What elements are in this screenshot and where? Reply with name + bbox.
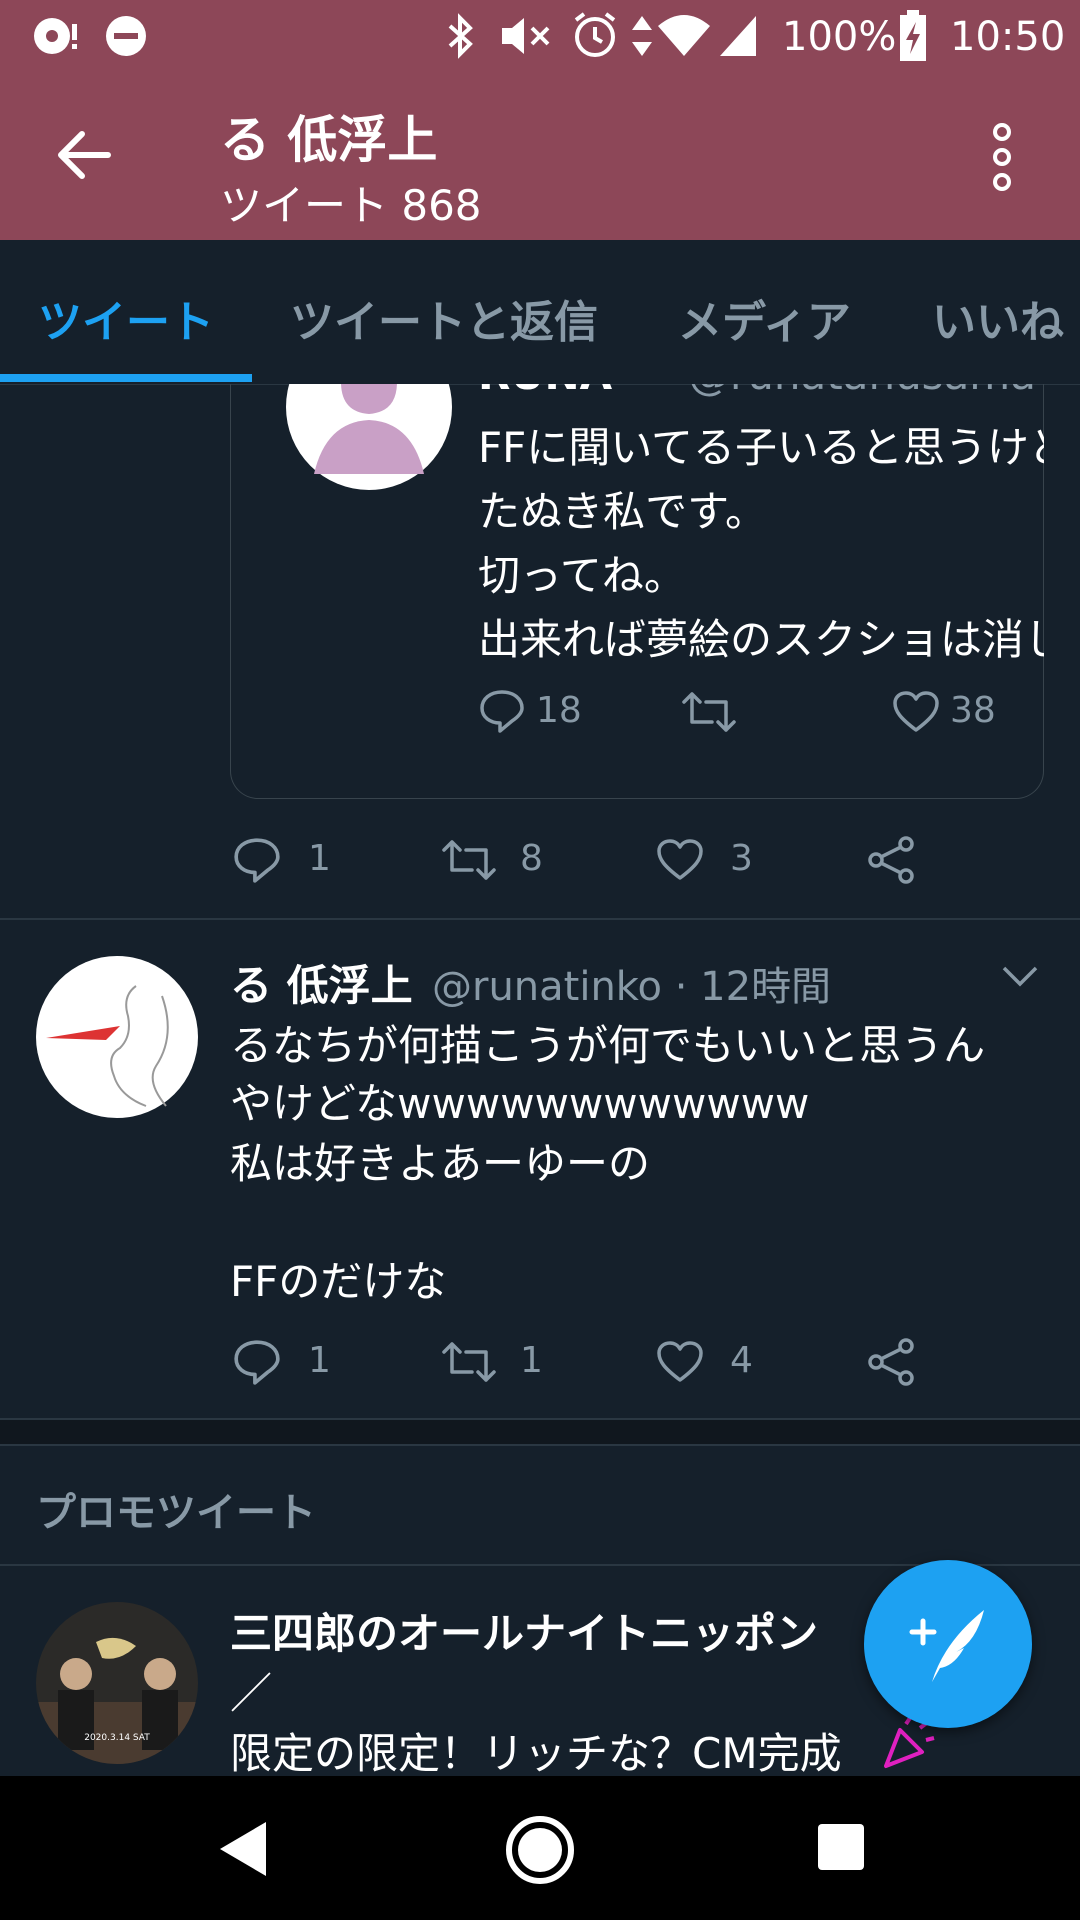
reply-count: 1	[308, 1340, 331, 1381]
battery-percent: 100%	[782, 14, 897, 60]
tweet-text-line: るなちが何描こうが何でもいいと思うん	[230, 1021, 986, 1070]
compose-feather-icon	[909, 1610, 984, 1682]
retweet-icon[interactable]	[440, 1340, 498, 1384]
quoted-tweet-avatar[interactable]	[286, 384, 452, 490]
tweet-handle-time: @runatinko · 12時間	[432, 964, 832, 1010]
data-arrows-icon	[632, 16, 652, 56]
tab-likes[interactable]: いいね	[932, 286, 1064, 350]
profile-tabs: ツイート ツイートと返信 メディア いいね	[0, 240, 1080, 385]
battery-charging-icon	[900, 10, 926, 61]
tweet-author-name[interactable]: る 低浮上	[230, 952, 413, 1013]
retweet-count: 8	[520, 838, 543, 879]
promo-avatar[interactable]: 2020.3.14 SAT	[36, 1602, 198, 1764]
share-icon[interactable]	[866, 836, 916, 884]
active-tab-indicator	[0, 374, 252, 382]
quoted-tweet-name: RUNA	[478, 384, 612, 399]
quoted-tweet-line: FFに聞いてる子いると思うけど	[478, 423, 1044, 472]
like-icon[interactable]	[656, 1340, 704, 1384]
recents-nav-icon[interactable]	[816, 1822, 866, 1872]
promo-section-label: プロモツイート	[36, 1490, 316, 1536]
like-count: 4	[730, 1340, 753, 1381]
system-navigation-bar	[0, 1776, 1080, 1920]
quoted-tweet-handle: @runatanusama	[688, 384, 1036, 399]
tab-tweets-and-replies[interactable]: ツイートと返信	[290, 286, 598, 350]
notification-icon	[34, 18, 77, 54]
overflow-menu-icon[interactable]	[988, 122, 1016, 192]
profile-header: る 低浮上 ツイート 868	[0, 72, 1080, 240]
like-icon[interactable]	[656, 838, 704, 882]
like-count: 3	[730, 838, 753, 879]
home-nav-icon[interactable]	[504, 1814, 576, 1886]
promo-text-line: ／	[230, 1669, 273, 1718]
back-arrow-icon[interactable]	[56, 130, 112, 180]
alarm-icon	[574, 12, 616, 57]
tab-media[interactable]: メディア	[678, 286, 851, 350]
user-avatar[interactable]	[36, 956, 198, 1118]
wifi-icon	[658, 15, 710, 56]
promo-author-name[interactable]: 三四郎のオールナイトニッポン	[230, 1600, 880, 1661]
reply-icon[interactable]	[232, 1338, 282, 1386]
tab-tweets[interactable]: ツイート	[38, 286, 214, 350]
promo-avatar-date: 2020.3.14 SAT	[84, 1733, 150, 1743]
tweet-text-line: FFのだけな	[230, 1257, 447, 1306]
section-gap	[0, 1420, 1080, 1444]
chevron-down-icon[interactable]	[1000, 964, 1040, 990]
bluetooth-icon	[448, 13, 473, 59]
back-nav-icon[interactable]	[214, 1818, 272, 1880]
quoted-tweet-header: RUNA @runatanusama	[478, 384, 1044, 404]
quoted-tweet-line: たぬき私です。	[478, 487, 767, 536]
section-divider	[0, 1444, 1080, 1446]
quoted-tweet-line: 出来れば夢絵のスクショは消して	[478, 615, 1044, 664]
like-icon[interactable]	[892, 690, 940, 734]
reply-icon[interactable]	[232, 836, 282, 884]
retweet-icon[interactable]	[440, 838, 498, 882]
reply-count: 1	[308, 838, 331, 879]
tweet-text-line: やけどなwwwwwwwwwwww	[230, 1079, 810, 1128]
page-title: る 低浮上	[220, 111, 438, 169]
mute-icon	[502, 18, 550, 54]
quoted-tweet-line: 切ってね。	[478, 551, 686, 600]
retweet-count: 1	[520, 1340, 543, 1381]
quoted-reply-count: 18	[536, 690, 582, 731]
compose-tweet-button[interactable]	[864, 1560, 1032, 1728]
clock: 10:50	[950, 14, 1066, 60]
quoted-avatar-clip	[286, 384, 486, 524]
do-not-disturb-icon	[106, 16, 146, 56]
reply-icon[interactable]	[478, 688, 526, 734]
status-bar: 100% 10:50	[0, 0, 1080, 72]
share-icon[interactable]	[866, 1338, 916, 1386]
promo-text-line: 限定の限定！リッチな？CM完成	[230, 1729, 842, 1778]
signal-icon	[720, 16, 756, 56]
tweet-text-line: 私は好きよあーゆーの	[230, 1139, 651, 1188]
tweet-divider	[0, 918, 1080, 920]
tweet-count: ツイート 868	[220, 181, 482, 230]
retweet-icon[interactable]	[680, 690, 738, 734]
quoted-like-count: 38	[950, 690, 996, 731]
